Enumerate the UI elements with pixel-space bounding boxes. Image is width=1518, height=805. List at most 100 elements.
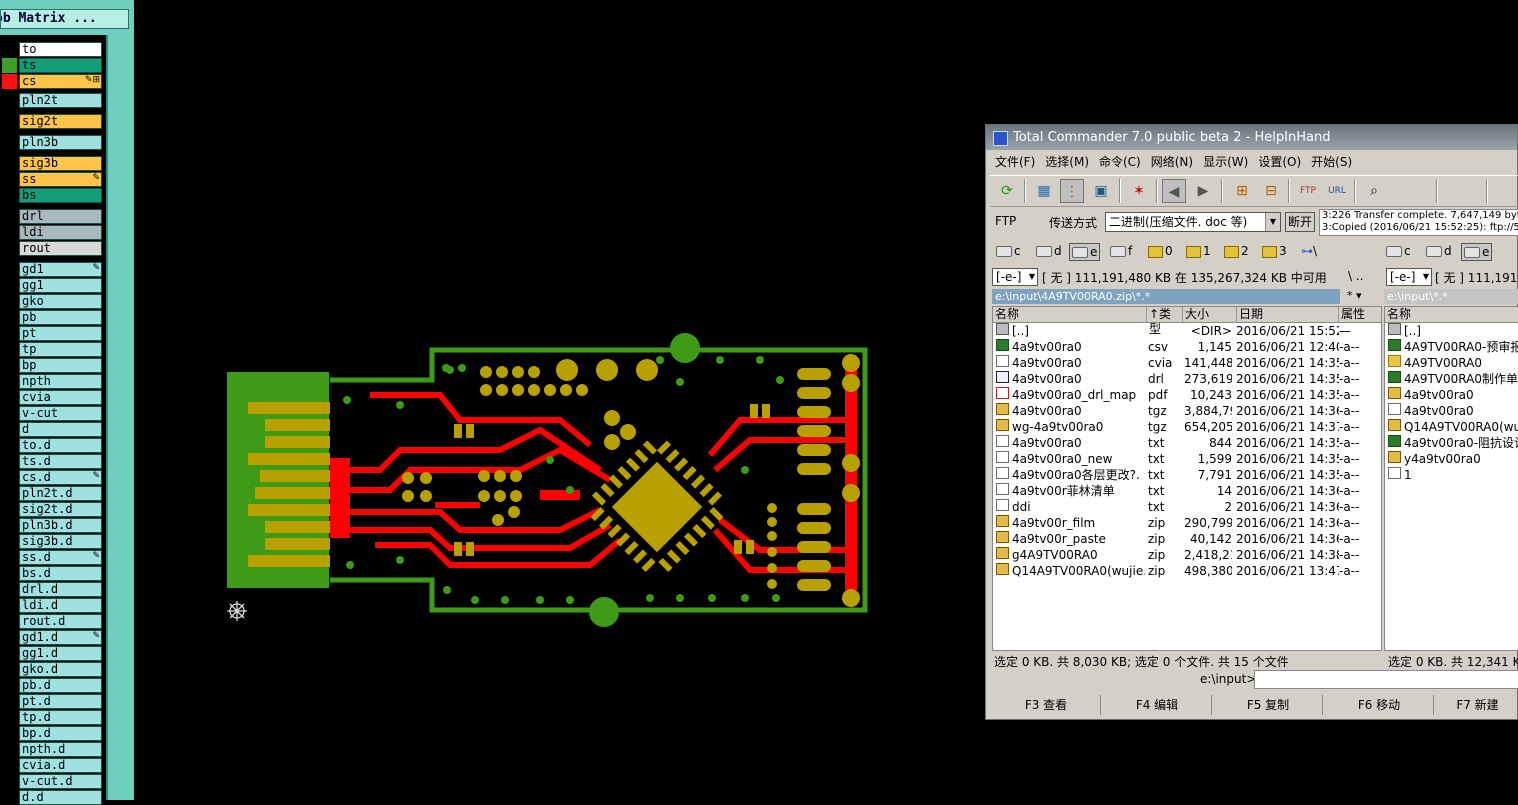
layer-row[interactable]: drl [0, 209, 104, 224]
file-row[interactable]: 1 [1385, 467, 1518, 483]
tree-view-icon[interactable]: ⋮ [1060, 179, 1084, 203]
layer-name[interactable]: drl.d [19, 582, 102, 597]
layer-row[interactable]: gd1.d ✎ [0, 630, 104, 645]
command-line-input[interactable] [1254, 670, 1518, 689]
layer-color-swatch[interactable] [2, 262, 17, 277]
layer-row[interactable]: pln2t [0, 93, 104, 108]
drive-c-button[interactable]: c [996, 243, 1021, 259]
layer-row[interactable]: bs.d [0, 566, 104, 581]
layer-name[interactable]: bs [19, 188, 102, 203]
drive-e-button[interactable]: e [1069, 243, 1101, 261]
layer-name[interactable]: ldi.d [19, 598, 102, 613]
layer-name[interactable]: pln2t.d [19, 486, 102, 501]
layer-color-swatch[interactable] [2, 342, 17, 357]
ftp-log[interactable]: 3:226 Transfer complete. 7,647,149 bytes… [1319, 209, 1518, 236]
layer-name[interactable]: sig3b [19, 156, 102, 171]
thumbnail-icon[interactable]: ▣ [1089, 179, 1113, 203]
layer-row[interactable]: npth.d [0, 742, 104, 757]
right-file-panel[interactable]: 名称 [..] 4A9TV00RA0-预审报 4A9TV00RA0 4A9TV00RA… [1384, 306, 1518, 651]
menu-file[interactable]: 文件(F) [990, 153, 1040, 171]
layer-name[interactable]: pb [19, 310, 102, 325]
col-name[interactable]: 名称 [1385, 307, 1518, 322]
layer-color-swatch[interactable] [2, 422, 17, 437]
layer-color-swatch[interactable] [2, 58, 17, 73]
layer-row[interactable]: drl.d [0, 582, 104, 597]
menu-show[interactable]: 显示(W) [1198, 153, 1253, 171]
layer-row[interactable]: gd1 ✎ [0, 262, 104, 277]
layer-row[interactable]: pt [0, 326, 104, 341]
url-connect-icon[interactable]: URL [1325, 179, 1349, 203]
layer-color-swatch[interactable] [2, 566, 17, 581]
file-row[interactable]: 4a9tv00ra0 [1385, 403, 1518, 419]
layer-name[interactable]: d [19, 422, 102, 437]
layer-name[interactable]: drl [19, 209, 102, 224]
layer-row[interactable]: ts.d [0, 454, 104, 469]
file-row[interactable]: 4A9TV00RA0-预审报 [1385, 339, 1518, 355]
layer-row[interactable]: gg1 [0, 278, 104, 293]
layer-row[interactable]: to [0, 42, 104, 57]
layer-color-swatch[interactable] [2, 662, 17, 677]
back-arrow-icon[interactable]: ◀ [1162, 179, 1186, 203]
menu-config[interactable]: 设置(O) [1253, 153, 1306, 171]
layer-name[interactable]: rout.d [19, 614, 102, 629]
layer-color-swatch[interactable] [2, 374, 17, 389]
drive-d-button[interactable]: d [1036, 243, 1062, 259]
file-row[interactable]: wg-4a9tv00ra0 tgz 654,205 2016/06/21 14:37-… [993, 419, 1381, 435]
layer-row[interactable]: sig3b.d [0, 534, 104, 549]
unpack-icon[interactable]: ⊟ [1259, 179, 1283, 203]
file-row[interactable]: ddi txt 2 2016/06/21 14:36 -a-- [993, 499, 1381, 515]
layer-name[interactable]: d.d [19, 790, 102, 805]
layer-name[interactable]: gko [19, 294, 102, 309]
layer-color-swatch[interactable] [2, 582, 17, 597]
layer-list-scrollbar[interactable] [106, 35, 134, 800]
layer-color-swatch[interactable] [2, 630, 17, 645]
file-row[interactable]: 4a9tv00ra0 tgz 3,884,793 2016/06/21 14:36-a… [993, 403, 1381, 419]
layer-row[interactable]: rout.d [0, 614, 104, 629]
layer-row[interactable]: bs [0, 188, 104, 203]
layer-name[interactable]: ts.d [19, 454, 102, 469]
layer-color-swatch[interactable] [2, 135, 17, 150]
layer-color-swatch[interactable] [2, 188, 17, 203]
layer-color-swatch[interactable] [2, 93, 17, 108]
network-drive-button[interactable]: ⊶\ [1301, 243, 1317, 259]
layer-name[interactable]: ss.d [19, 550, 102, 565]
file-row[interactable]: y4a9tv00ra0 [1385, 451, 1518, 467]
file-row[interactable]: g4A9TV00RA0 zip 2,418,210 2016/06/21 14:38-… [993, 547, 1381, 563]
layer-row[interactable]: tp.d [0, 710, 104, 725]
layer-color-swatch[interactable] [2, 156, 17, 171]
brief-view-icon[interactable]: ▦ [1032, 179, 1056, 203]
layer-name[interactable]: bp [19, 358, 102, 373]
layer-name[interactable]: pln3b [19, 135, 102, 150]
pcb-canvas[interactable] [0, 0, 985, 800]
layer-name[interactable]: bp.d [19, 726, 102, 741]
layer-row[interactable]: rout [0, 241, 104, 256]
left-root-up-buttons[interactable]: \ .. [1348, 269, 1364, 283]
layer-color-swatch[interactable] [2, 646, 17, 661]
layer-color-swatch[interactable] [2, 209, 17, 224]
right-drive-c-button[interactable]: c [1386, 243, 1411, 259]
layer-row[interactable]: pt.d [0, 694, 104, 709]
col-attr[interactable]: 属性 [1339, 307, 1381, 322]
layer-row[interactable]: ts [0, 58, 104, 73]
layer-color-swatch[interactable] [2, 278, 17, 293]
file-row[interactable]: 4A9TV00RA0制作单 [1385, 371, 1518, 387]
layer-color-swatch[interactable] [2, 694, 17, 709]
layer-color-swatch[interactable] [2, 225, 17, 240]
layer-color-swatch[interactable] [2, 358, 17, 373]
layer-name[interactable]: gg1 [19, 278, 102, 293]
col-size[interactable]: 大小 [1183, 307, 1237, 322]
file-row[interactable]: [..] <DIR> 2016/06/21 15:52— [993, 323, 1381, 339]
layer-row[interactable]: sig2t [0, 114, 104, 129]
layer-color-swatch[interactable] [2, 486, 17, 501]
layer-color-swatch[interactable] [2, 678, 17, 693]
drive-0-button[interactable]: 0 [1148, 243, 1173, 259]
refresh-icon[interactable]: ⟳ [995, 179, 1019, 203]
layer-row[interactable]: gko.d [0, 662, 104, 677]
layer-color-swatch[interactable] [2, 390, 17, 405]
file-row[interactable]: Q14A9TV00RA0(wuji [1385, 419, 1518, 435]
layer-color-swatch[interactable] [2, 790, 17, 805]
pack-icon[interactable]: ⊞ [1230, 179, 1254, 203]
layer-row[interactable]: pln3b [0, 135, 104, 150]
right-drive-e-button[interactable]: e [1461, 243, 1493, 261]
file-row[interactable]: 4a9tv00r菲林清单 txt 14 2016/06/21 14:36 -a-- [993, 483, 1381, 499]
